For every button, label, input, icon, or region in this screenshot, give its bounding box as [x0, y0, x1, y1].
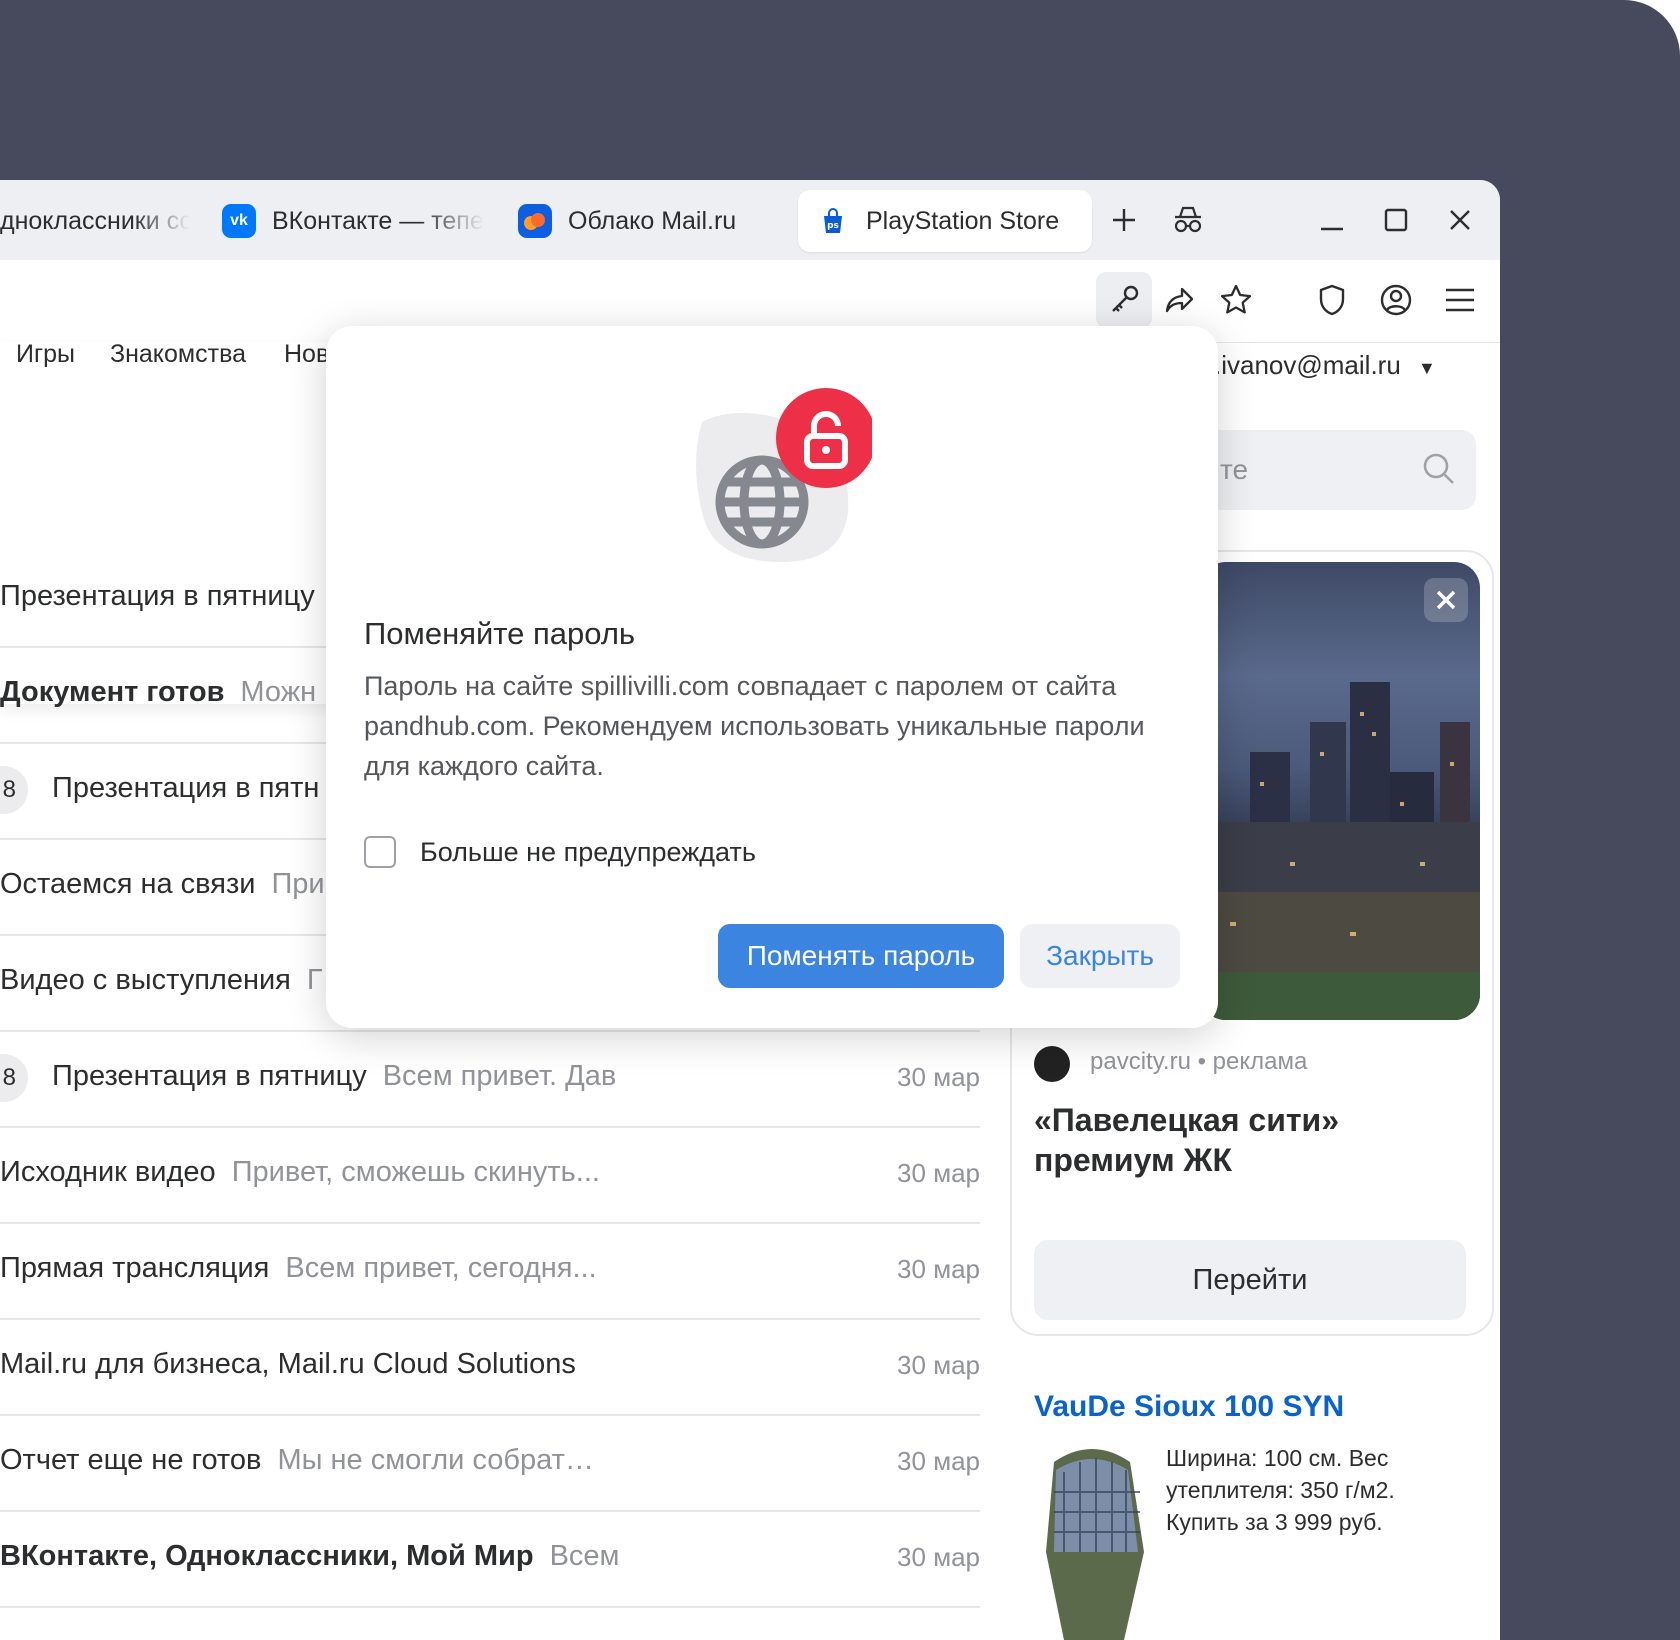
playstation-bag-icon: ps [816, 204, 850, 238]
ad-source[interactable]: pavcity.ru • реклама [1090, 1048, 1307, 1076]
share-icon[interactable] [1152, 272, 1208, 328]
mail-subject: ВКонтакте, Одноклассники, Мой Мир [0, 1540, 534, 1572]
change-password-button[interactable]: Поменять пароль [718, 924, 1004, 988]
nav-item-dating[interactable]: Знакомства [110, 340, 246, 369]
ad-title[interactable]: «Павелецкая сити» премиум ЖК [1034, 1100, 1454, 1180]
minimize-button[interactable] [1308, 196, 1356, 244]
mail-row[interactable]: Mail.ru для бизнеса, Mail.ru Cloud Solut… [0, 1318, 980, 1416]
cloud-icon [518, 204, 552, 238]
mail-subject: Презентация в пятницу [52, 1060, 367, 1092]
mail-subject: Исходник видео [0, 1156, 216, 1188]
search-placeholder: те [1220, 454, 1249, 485]
svg-text:ps: ps [827, 221, 839, 231]
tab-cloud-mail[interactable]: Облако Mail.ru [518, 190, 768, 252]
mail-subject: Презентация в пятн [52, 772, 320, 804]
sleeping-bag-image[interactable] [1034, 1442, 1150, 1640]
close-dialog-button[interactable]: Закрыть [1020, 924, 1180, 988]
mail-subject: Отчет еще не готов [0, 1444, 262, 1476]
thread-count-badge: 8 [0, 766, 28, 814]
mail-date: 30 мар [897, 1254, 980, 1284]
ad2-text: Ширина: 100 см. Вес утеплителя: 350 г/м2… [1166, 1445, 1395, 1535]
globe-lock-illustration [672, 382, 876, 562]
mail-subject: Mail.ru для бизнеса, Mail.ru Cloud Solut… [0, 1348, 576, 1380]
mail-row[interactable]: 8 Презентация в пятницу Всем привет. Дав … [0, 1030, 980, 1128]
mail-subject: Видео с выступления [0, 964, 291, 996]
ad-close-button[interactable] [1424, 578, 1468, 622]
dialog-message: Пароль на сайте spillivilli.com совпадае… [364, 671, 1145, 781]
tab-title: дноклассники со [0, 206, 190, 235]
account-switcher[interactable]: .ivanov@mail.ru ▼ [1214, 350, 1436, 381]
shield-icon[interactable] [1304, 272, 1360, 328]
mail-preview: Всем [549, 1540, 620, 1572]
mail-date: 30 мар [897, 1446, 980, 1476]
mail-preview: Г [306, 964, 323, 996]
nav-item-news[interactable]: Нов [284, 340, 329, 369]
mail-preview: Всем привет. Дав [382, 1060, 617, 1092]
dont-warn-checkbox-row[interactable]: Больше не предупреждать [364, 836, 756, 868]
tab-odnoklassniki[interactable]: дноклассники со [0, 190, 190, 252]
tab-vkontakte[interactable]: vk ВКонтакте — тепер [222, 190, 484, 252]
mail-preview: Привет, сможешь скинуть... [231, 1156, 600, 1188]
ad-go-button[interactable]: Перейти [1034, 1240, 1466, 1320]
incognito-icon[interactable] [1164, 196, 1212, 244]
tab-playstation-store[interactable]: ps PlayStation Store [798, 190, 1092, 252]
password-key-button[interactable] [1096, 272, 1152, 328]
vk-icon: vk [222, 204, 256, 238]
mail-preview: Можн [240, 676, 317, 708]
advertiser-avatar [1034, 1046, 1070, 1082]
city-skyline-image [1200, 682, 1480, 1020]
thread-count-badge: 8 [0, 1054, 28, 1102]
mail-date: 30 мар [897, 1158, 980, 1188]
new-tab-button[interactable] [1100, 196, 1148, 244]
chevron-down-icon: ▼ [1418, 358, 1436, 378]
account-email: .ivanov@mail.ru [1214, 350, 1401, 380]
bookmark-star-icon[interactable] [1208, 272, 1264, 328]
tab-title: PlayStation Store [866, 206, 1060, 235]
close-window-button[interactable] [1436, 196, 1484, 244]
mail-row[interactable]: Прямая трансляция Всем привет, сегодня...… [0, 1222, 980, 1320]
mail-subject: Прямая трансляция [0, 1252, 270, 1284]
mail-subject: Презентация в пятницу [0, 580, 315, 612]
dont-warn-checkbox[interactable] [364, 836, 396, 868]
ad2-title[interactable]: VauDe Sioux 100 SYN [1034, 1390, 1344, 1424]
ad-image-city[interactable] [1200, 562, 1480, 1020]
profile-icon[interactable] [1368, 272, 1424, 328]
search-icon [1423, 453, 1454, 484]
mail-preview: Всем привет, сегодня... [285, 1252, 597, 1284]
lock-icon [776, 388, 876, 488]
mail-row[interactable]: Отчет еще не готов Мы не смогли собрат… 3… [0, 1414, 980, 1512]
mail-subject: Документ готов [0, 676, 225, 708]
dont-warn-label: Больше не предупреждать [420, 836, 756, 867]
password-warning-dialog: Поменяйте пароль Пароль на сайте spilliv… [326, 326, 1218, 1028]
nav-item-games[interactable]: Игры [16, 340, 75, 369]
tab-title: ВКонтакте — тепер [272, 206, 484, 235]
mail-date: 30 мар [897, 1350, 980, 1380]
mail-row[interactable]: ВКонтакте, Одноклассники, Мой Мир Всем 30… [0, 1510, 980, 1608]
mail-preview: При [271, 868, 325, 900]
mail-date: 30 мар [897, 1542, 980, 1572]
close-icon [1436, 590, 1456, 610]
tab-title: Облако Mail.ru [568, 206, 737, 235]
menu-icon[interactable] [1432, 272, 1488, 328]
mail-subject: Остаемся на связи [0, 868, 256, 900]
mail-row[interactable]: Исходник видео Привет, сможешь скинуть...… [0, 1126, 980, 1224]
maximize-button[interactable] [1372, 196, 1420, 244]
mail-date: 30 мар [897, 1062, 980, 1092]
dialog-title: Поменяйте пароль [364, 616, 636, 651]
tab-bar: дноклассники со vk ВКонтакте — тепер Обл… [0, 180, 1500, 260]
mail-preview: Мы не смогли собрат… [277, 1444, 594, 1476]
